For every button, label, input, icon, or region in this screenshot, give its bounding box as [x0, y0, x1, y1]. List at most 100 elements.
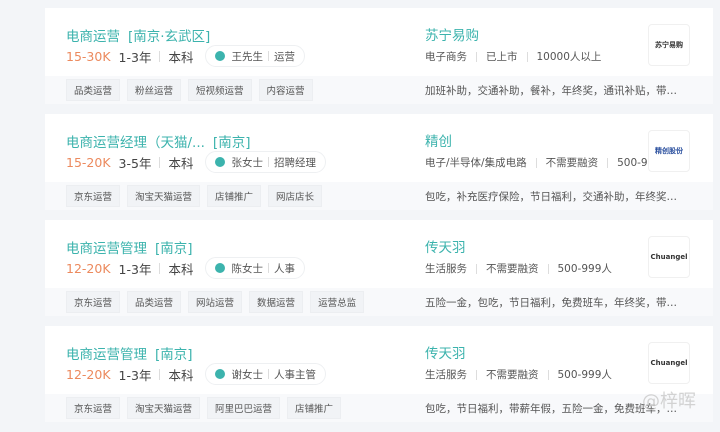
job-title[interactable]: 电商运营管理	[66, 241, 147, 257]
skill-tag[interactable]: 品类运营	[127, 291, 182, 313]
recruiter-name: 张女士	[231, 156, 263, 169]
divider	[267, 369, 269, 379]
company-logo-text: Chuangel	[650, 359, 688, 367]
welfare-text: 加班补助，交通补助，餐补，年终奖，通讯补贴，带薪年...	[425, 84, 687, 97]
job-location: [南京]	[155, 347, 193, 363]
divider	[159, 368, 161, 380]
recruiter-chat-button[interactable]: 陈女士 人事	[205, 257, 305, 279]
company-name[interactable]: 精创	[425, 130, 452, 150]
company-size: 500-999人	[557, 263, 612, 275]
company-size: 10000人以上	[536, 51, 602, 63]
welfare-text: 五险一金，包吃，节日福利，免费班车，年终奖，带薪年假	[425, 296, 687, 309]
skill-tag[interactable]: 运营总监	[310, 291, 365, 313]
skill-tag[interactable]: 京东运营	[66, 185, 121, 207]
welfare-text: 包吃，补充医疗保险，节日福利，交通补助，年终奖，零...	[425, 190, 687, 203]
skill-tag[interactable]: 店铺推广	[287, 397, 342, 419]
education: 本科	[168, 155, 194, 171]
job-title[interactable]: 电商运营	[66, 29, 120, 45]
company-industry: 电子商务	[425, 51, 467, 63]
recruiter-role: 招聘经理	[273, 156, 316, 169]
job-location: [南京]	[155, 241, 193, 257]
recruiter-name: 陈女士	[231, 262, 263, 275]
company-stage: 不需要融资	[545, 157, 599, 169]
skill-tag[interactable]: 店铺推广	[207, 185, 262, 207]
divider	[159, 262, 161, 274]
divider	[476, 51, 477, 62]
education: 本科	[168, 367, 194, 383]
chat-icon	[215, 51, 226, 61]
recruiter-chat-button[interactable]: 王先生 运营	[205, 45, 305, 67]
job-title-link[interactable]: 电商运营管理 [南京]	[66, 343, 193, 363]
skill-tag[interactable]: 内容运营	[258, 79, 313, 101]
recruiter-name: 王先生	[231, 50, 263, 63]
skill-tag[interactable]: 淘宝天猫运营	[127, 185, 201, 207]
salary: 12-20K	[66, 260, 111, 276]
skill-tag[interactable]: 阿里巴巴运营	[207, 397, 281, 419]
job-title-link[interactable]: 电商运营经理（天猫/... [南京]	[66, 131, 250, 151]
company-name[interactable]: 苏宁易购	[425, 24, 479, 44]
company-stage: 已上市	[486, 51, 518, 63]
company-logo[interactable]: Chuangel	[648, 342, 690, 384]
job-card[interactable]: 电商运营 [南京·玄武区] 15-30K 1-3年 本科 王先生 运营 苏宁易购 电…	[45, 8, 713, 104]
company-logo-text: Chuangel	[650, 253, 688, 261]
skill-tag[interactable]: 网店店长	[268, 185, 323, 207]
job-title-link[interactable]: 电商运营 [南京·玄武区]	[66, 25, 210, 45]
recruiter-chat-button[interactable]: 谢女士 人事主管	[205, 363, 326, 385]
job-card[interactable]: 电商运营经理（天猫/... [南京] 15-20K 3-5年 本科 张女士 招聘经理…	[45, 114, 713, 210]
company-industry: 生活服务	[425, 263, 467, 275]
job-title[interactable]: 电商运营管理	[66, 347, 147, 363]
experience: 1-3年	[118, 261, 152, 277]
company-stage: 不需要融资	[486, 263, 539, 275]
salary: 15-20K	[66, 154, 111, 170]
skill-tags: 京东运营 淘宝天猫运营 店铺推广 网店店长	[66, 185, 323, 207]
company-logo-text: 精创股份	[655, 147, 683, 155]
recruiter-role: 运营	[273, 50, 295, 63]
job-title-link[interactable]: 电商运营管理 [南京]	[66, 237, 193, 257]
company-logo[interactable]: 精创股份	[648, 130, 690, 172]
job-card[interactable]: 电商运营管理 [南京] 12-20K 1-3年 本科 谢女士 人事主管 传天羽 生活…	[45, 326, 713, 422]
skill-tag[interactable]: 粉丝运营	[127, 79, 182, 101]
divider	[159, 50, 161, 62]
skill-tag[interactable]: 网站运营	[188, 291, 243, 313]
company-logo[interactable]: 苏宁易购	[648, 24, 690, 66]
skill-tags: 京东运营 品类运营 网站运营 数据运营 运营总监	[66, 291, 365, 313]
job-location: [南京]	[212, 135, 251, 151]
divider	[476, 369, 477, 380]
company-size: 500-999人	[557, 369, 612, 381]
chat-icon	[215, 157, 226, 167]
experience: 1-3年	[118, 367, 152, 383]
company-logo-text: 苏宁易购	[655, 41, 683, 49]
chat-icon	[215, 263, 226, 273]
skill-tag[interactable]: 淘宝天猫运营	[127, 397, 201, 419]
company-industry: 电子/半导体/集成电路	[425, 157, 527, 169]
divider	[547, 263, 549, 274]
divider	[267, 263, 269, 273]
skill-tags: 品类运营 粉丝运营 短视频运营 内容运营	[66, 79, 313, 101]
job-card[interactable]: 电商运营管理 [南京] 12-20K 1-3年 本科 陈女士 人事 传天羽 生活服务…	[45, 220, 713, 316]
education: 本科	[168, 261, 194, 277]
divider	[547, 369, 549, 380]
salary: 15-30K	[66, 48, 111, 64]
company-name[interactable]: 传天羽	[425, 342, 466, 362]
job-list: 电商运营 [南京·玄武区] 15-30K 1-3年 本科 王先生 运营 苏宁易购 电…	[45, 8, 713, 432]
recruiter-name: 谢女士	[231, 368, 263, 381]
divider	[267, 51, 269, 61]
experience: 3-5年	[118, 155, 152, 171]
divider	[526, 51, 528, 62]
company-name[interactable]: 传天羽	[425, 236, 466, 256]
recruiter-role: 人事主管	[273, 368, 316, 381]
skill-tag[interactable]: 京东运营	[66, 291, 121, 313]
skill-tag[interactable]: 短视频运营	[188, 79, 252, 101]
divider	[476, 263, 477, 274]
recruiter-role: 人事	[273, 262, 295, 275]
experience: 1-3年	[118, 49, 152, 65]
chat-icon	[215, 369, 226, 379]
skill-tag[interactable]: 京东运营	[66, 397, 121, 419]
recruiter-chat-button[interactable]: 张女士 招聘经理	[205, 151, 326, 173]
company-stage: 不需要融资	[486, 369, 539, 381]
skill-tag[interactable]: 数据运营	[249, 291, 304, 313]
job-title[interactable]: 电商运营经理（天猫/...	[66, 135, 205, 151]
company-logo[interactable]: Chuangel	[648, 236, 690, 278]
skill-tag[interactable]: 品类运营	[66, 79, 121, 101]
salary: 12-20K	[66, 366, 111, 382]
